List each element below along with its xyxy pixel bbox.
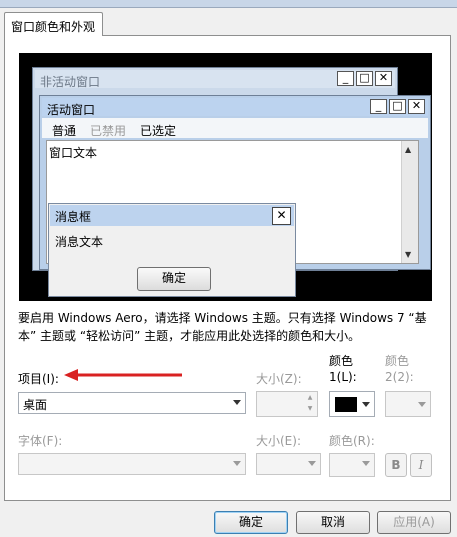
message-text: 消息文本 (55, 235, 104, 249)
message-box-ok-button[interactable]: 确定 (137, 267, 211, 291)
size-label: 大小(Z): (256, 372, 302, 386)
menu-item-disabled[interactable]: 已禁用 (90, 122, 126, 139)
scroll-up-icon[interactable]: ▲ (405, 145, 411, 154)
font-label: 字体(F): (18, 434, 63, 448)
close-icon[interactable]: ✕ (272, 207, 291, 225)
apply-button[interactable]: 应用(A) (377, 511, 451, 534)
font-select[interactable] (18, 453, 246, 475)
font-size-select[interactable] (256, 453, 321, 475)
minimize-icon[interactable]: _ (370, 99, 387, 114)
chevron-down-icon (362, 461, 370, 466)
item-select[interactable]: 桌面 (18, 392, 246, 414)
color1-picker[interactable] (329, 391, 375, 417)
spin-up-icon[interactable]: ▲ (304, 394, 316, 404)
annotation-arrow-icon (64, 369, 182, 381)
size-spinner[interactable]: ▲ ▼ (256, 391, 318, 417)
chevron-down-icon (233, 461, 241, 466)
menu-item-selected[interactable]: 已选定 (140, 122, 176, 139)
color2-label-line2: 2(2): (385, 370, 414, 384)
color1-label-line2: 1(L): (329, 370, 357, 384)
chevron-down-icon (362, 402, 370, 407)
message-box-titlebar[interactable]: 消息框 ✕ (50, 205, 294, 226)
spin-down-icon[interactable]: ▼ (304, 405, 316, 415)
maximize-icon[interactable]: □ (389, 99, 406, 114)
italic-button[interactable]: I (410, 453, 432, 477)
message-box-title: 消息框 (55, 210, 92, 224)
chevron-down-icon (308, 461, 316, 466)
minimize-icon[interactable]: _ (337, 71, 354, 86)
item-label: 项目(I): (18, 372, 59, 386)
preview-menubar: 普通 已禁用 已选定 (42, 118, 428, 138)
ok-button[interactable]: 确定 (214, 511, 288, 534)
color1-swatch (335, 397, 357, 412)
inactive-window-titlebar[interactable]: 非活动窗口 _ □ ✕ (35, 70, 395, 89)
message-box-preview[interactable]: 消息框 ✕ 消息文本 确定 (48, 203, 296, 297)
window-text: 窗口文本 (49, 146, 98, 160)
chevron-down-icon (233, 400, 241, 405)
scroll-down-icon[interactable]: ▼ (405, 250, 411, 259)
font-color-label: 颜色(R): (329, 434, 375, 448)
close-icon[interactable]: ✕ (375, 71, 392, 86)
preview-scrollbar[interactable]: ▲ ▼ (401, 141, 418, 263)
tab-label: 窗口颜色和外观 (11, 20, 96, 34)
maximize-icon[interactable]: □ (356, 71, 373, 86)
font-color-picker[interactable] (329, 453, 375, 477)
cancel-button[interactable]: 取消 (296, 511, 370, 534)
bold-button[interactable]: B (385, 453, 407, 477)
active-window-title: 活动窗口 (47, 103, 96, 117)
close-icon[interactable]: ✕ (408, 99, 425, 114)
window-title-strip (0, 0, 457, 8)
color1-label-line1: 颜色 (329, 354, 354, 368)
item-selected-value: 桌面 (23, 398, 48, 412)
menu-item-normal[interactable]: 普通 (52, 122, 76, 139)
aero-description: 要启用 Windows Aero，请选择 Windows 主题。只有选择 Win… (18, 311, 427, 343)
inactive-window-title: 非活动窗口 (40, 75, 101, 89)
color2-label-line1: 颜色 (385, 354, 410, 368)
active-window-titlebar[interactable]: 活动窗口 _ □ ✕ (42, 98, 428, 117)
font-size-label: 大小(E): (256, 434, 301, 448)
chevron-down-icon (418, 402, 426, 407)
tab-window-color-appearance[interactable]: 窗口颜色和外观 (4, 12, 103, 36)
color2-picker[interactable] (385, 391, 431, 417)
